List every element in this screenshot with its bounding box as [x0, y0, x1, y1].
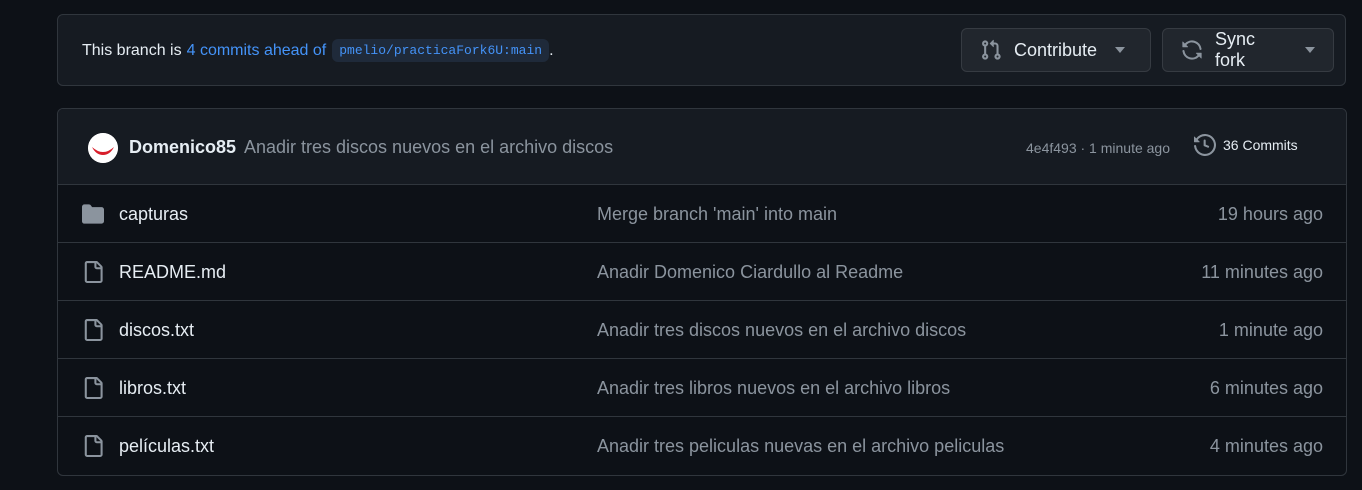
file-commit-time: 4 minutes ago — [1209, 436, 1323, 456]
file-commit-time: 1 minute ago — [1218, 320, 1323, 340]
file-icon — [81, 435, 105, 457]
avatar[interactable] — [88, 133, 118, 163]
file-row-capturas[interactable]: capturas Merge branch 'main' into main 1… — [58, 185, 1346, 243]
file-commit-time: 11 minutes ago — [1201, 262, 1323, 282]
branch-status-text: This branch is 4 commits ahead of pmelio… — [82, 39, 554, 62]
file-commit-message[interactable]: Anadir tres peliculas nuevas en el archi… — [597, 436, 1004, 457]
file-name[interactable]: discos.txt — [119, 320, 194, 341]
history-icon — [1194, 134, 1216, 156]
commits-count: 36 Commits — [1223, 137, 1298, 153]
file-icon — [81, 319, 105, 341]
branch-status-prefix: This branch is — [82, 41, 182, 59]
commits-ahead-link[interactable]: 4 commits ahead of — [187, 42, 327, 60]
commit-hash-time[interactable]: 4e4f493 · 1 minute ago — [1026, 140, 1170, 156]
file-list: Domenico85 Anadir tres discos nuevos en … — [57, 108, 1347, 476]
chevron-down-icon — [1115, 47, 1126, 53]
file-icon — [81, 377, 105, 399]
file-row-peliculas[interactable]: películas.txt Anadir tres peliculas nuev… — [58, 417, 1346, 475]
file-commit-time: 6 minutes ago — [1209, 378, 1323, 398]
file-row-discos[interactable]: discos.txt Anadir tres discos nuevos en … — [58, 301, 1346, 359]
sync-icon — [1181, 39, 1203, 61]
folder-icon — [81, 203, 105, 225]
latest-commit-message[interactable]: Anadir tres discos nuevos en el archivo … — [244, 137, 613, 158]
git-pull-request-icon — [980, 39, 1002, 61]
file-commit-message[interactable]: Anadir Domenico Ciardullo al Readme — [597, 262, 903, 283]
file-name[interactable]: películas.txt — [119, 436, 214, 457]
sync-fork-button-label: Sync fork — [1215, 29, 1256, 70]
branch-status-banner: This branch is 4 commits ahead of pmelio… — [57, 14, 1346, 86]
file-name[interactable]: libros.txt — [119, 378, 186, 399]
contribute-button[interactable]: Contribute — [961, 28, 1151, 72]
file-icon — [81, 261, 105, 283]
file-name[interactable]: capturas — [119, 204, 188, 225]
file-commit-message[interactable]: Merge branch 'main' into main — [597, 204, 837, 225]
contribute-button-label: Contribute — [1014, 39, 1098, 60]
latest-commit-header: Domenico85 Anadir tres discos nuevos en … — [58, 109, 1346, 185]
commits-history-link[interactable]: 36 Commits — [1194, 134, 1298, 156]
file-name[interactable]: README.md — [119, 262, 226, 283]
sync-fork-button[interactable]: Sync fork — [1162, 28, 1334, 72]
upstream-branch-ref[interactable]: pmelio/practicaFork6U:main — [332, 39, 550, 62]
file-commit-message[interactable]: Anadir tres discos nuevos en el archivo … — [597, 320, 966, 341]
chevron-down-icon — [1305, 47, 1315, 53]
branch-status-suffix: . — [549, 41, 554, 59]
commit-author[interactable]: Domenico85 — [129, 137, 236, 158]
file-commit-time: 19 hours ago — [1217, 204, 1323, 224]
file-row-libros[interactable]: libros.txt Anadir tres libros nuevos en … — [58, 359, 1346, 417]
file-commit-message[interactable]: Anadir tres libros nuevos en el archivo … — [597, 378, 950, 399]
file-row-readme[interactable]: README.md Anadir Domenico Ciardullo al R… — [58, 243, 1346, 301]
